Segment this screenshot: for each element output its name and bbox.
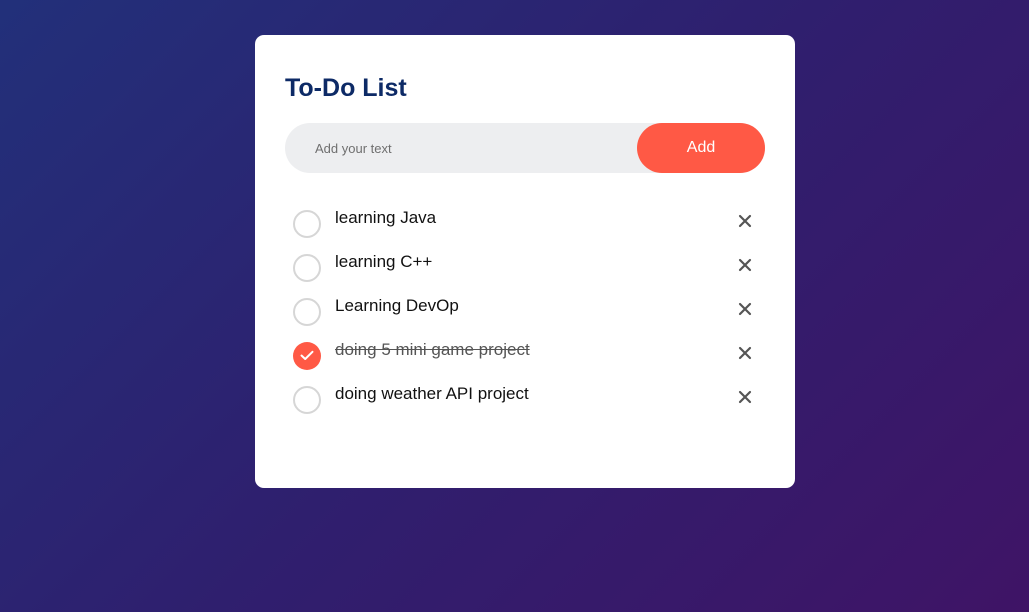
- task-label: doing 5 mini game project: [335, 340, 530, 359]
- task-label: Learning DevOp: [335, 296, 459, 315]
- task-checkbox-icon[interactable]: [293, 298, 321, 326]
- task-label: learning Java: [335, 208, 437, 227]
- app-title: To-Do List: [285, 74, 407, 102]
- checkmark-icon: [300, 350, 314, 360]
- task-item[interactable]: learning C++: [285, 246, 765, 290]
- task-list: learning Java learning C++ Learning DevO…: [285, 202, 765, 422]
- close-icon[interactable]: [738, 390, 752, 404]
- task-checkbox-icon[interactable]: [293, 254, 321, 282]
- close-icon[interactable]: [738, 214, 752, 228]
- todo-card: To-Do List Add learning Java: [255, 35, 795, 488]
- task-item[interactable]: doing weather API project: [285, 378, 765, 422]
- task-checkbox-icon[interactable]: [293, 386, 321, 414]
- task-item[interactable]: Learning DevOp: [285, 290, 765, 334]
- task-item[interactable]: doing 5 mini game project: [285, 334, 765, 378]
- task-label: learning C++: [335, 252, 433, 271]
- add-button[interactable]: Add: [637, 123, 765, 173]
- task-checkbox-icon[interactable]: [293, 210, 321, 238]
- task-item[interactable]: learning Java: [285, 202, 765, 246]
- task-checkbox-icon[interactable]: [293, 342, 321, 370]
- close-icon[interactable]: [738, 302, 752, 316]
- close-icon[interactable]: [738, 258, 752, 272]
- task-label: doing weather API project: [335, 384, 529, 403]
- task-input[interactable]: [285, 123, 635, 173]
- close-icon[interactable]: [738, 346, 752, 360]
- input-row: Add: [285, 123, 765, 173]
